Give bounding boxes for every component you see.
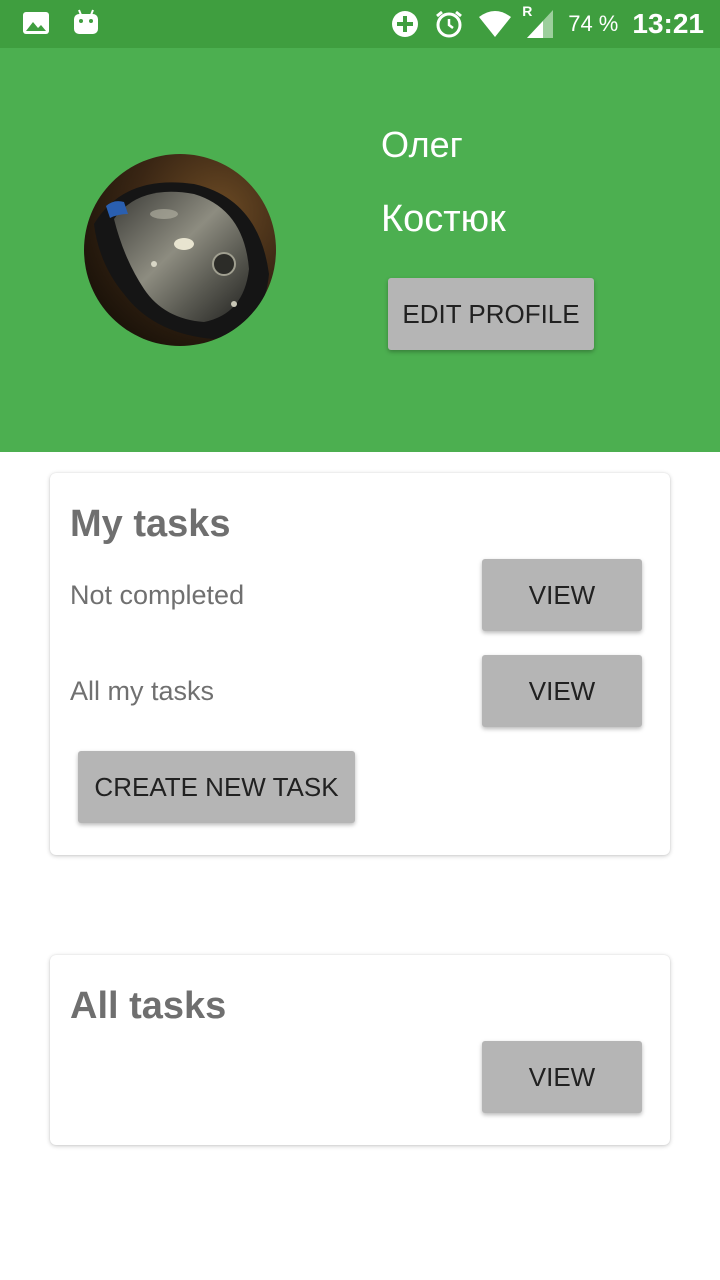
view-all-tasks-button[interactable]: VIEW [482, 1041, 642, 1113]
image-icon [22, 8, 50, 38]
alarm-icon [434, 9, 464, 39]
all-tasks-title: All tasks [70, 985, 227, 1027]
last-name: Костюк [381, 198, 506, 240]
not-completed-label: Not completed [70, 580, 245, 610]
all-tasks-card: All tasks VIEW [50, 955, 670, 1145]
avatar[interactable] [84, 154, 276, 346]
android-icon [72, 8, 100, 38]
clock-time: 13:21 [632, 8, 704, 39]
status-bar-left [22, 8, 100, 38]
my-tasks-card: My tasks Not completed VIEW All my tasks… [50, 473, 670, 855]
create-new-task-button[interactable]: CREATE NEW TASK [78, 751, 355, 823]
first-name: Олег [381, 124, 463, 165]
all-my-tasks-label: All my tasks [70, 676, 215, 706]
status-bar-right: R 74 % 13:21 [390, 0, 704, 48]
my-tasks-title: My tasks [70, 503, 231, 545]
wifi-icon [478, 10, 512, 38]
status-bar: R 74 % 13:21 [0, 0, 720, 48]
edit-profile-button[interactable]: EDIT PROFILE [388, 278, 594, 350]
profile-header: Олег Костюк EDIT PROFILE [0, 48, 720, 452]
roaming-indicator: R [522, 3, 533, 19]
signal-icon: R [522, 3, 554, 39]
view-all-my-tasks-button[interactable]: VIEW [482, 655, 642, 727]
add-circle-icon [390, 9, 420, 39]
battery-level: 74 % [568, 11, 619, 36]
view-not-completed-button[interactable]: VIEW [482, 559, 642, 631]
